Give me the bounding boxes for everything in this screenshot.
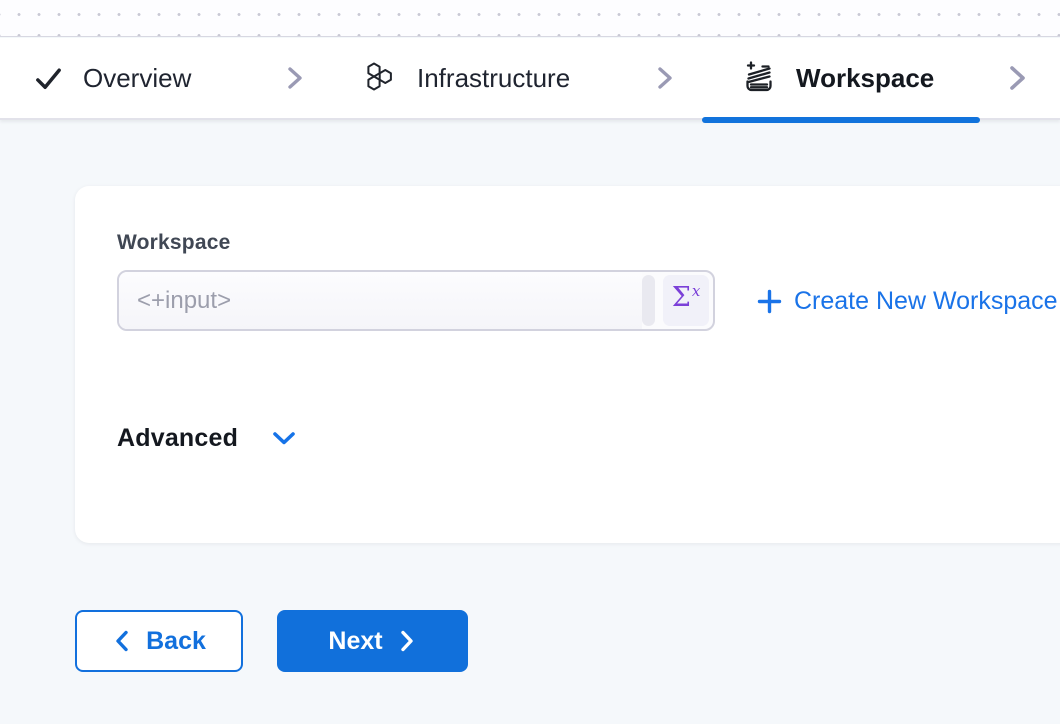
advanced-toggle[interactable]: Advanced — [117, 422, 298, 454]
chevron-right-icon — [283, 38, 307, 118]
workspace-input-group: Σ x — [117, 270, 715, 331]
chevron-right-icon — [653, 38, 677, 118]
workspace-input[interactable] — [119, 272, 642, 329]
advanced-label: Advanced — [117, 424, 238, 453]
dotted-background-strip — [0, 0, 1060, 37]
step-workspace[interactable]: Workspace — [741, 38, 934, 118]
plus-icon — [756, 288, 783, 315]
check-icon — [33, 63, 64, 94]
formula-sigma-button[interactable]: Σ x — [663, 275, 709, 326]
chevron-right-icon — [397, 628, 417, 654]
active-step-underline — [702, 117, 980, 123]
step-label: Infrastructure — [417, 63, 570, 94]
hexagons-icon — [362, 60, 398, 96]
stack-icon — [741, 60, 777, 96]
wizard-stepper-bar: Overview Infrastructure — [0, 38, 1060, 120]
back-button[interactable]: Back — [75, 610, 243, 672]
step-label: Overview — [83, 63, 191, 94]
workspace-form-card: Workspace Σ x Create New Workspace Advan… — [75, 186, 1060, 543]
step-infrastructure[interactable]: Infrastructure — [362, 38, 570, 118]
step-label: Workspace — [796, 63, 934, 94]
chevron-left-icon — [112, 628, 132, 654]
sigma-icon: Σ — [672, 284, 691, 311]
step-overview[interactable]: Overview — [33, 38, 191, 118]
create-new-workspace-link[interactable]: Create New Workspace — [756, 284, 1058, 318]
chevron-down-icon — [270, 426, 298, 450]
next-button-label: Next — [328, 627, 382, 656]
next-button[interactable]: Next — [277, 610, 468, 672]
back-button-label: Back — [146, 627, 206, 656]
workspace-field-label: Workspace — [117, 231, 230, 255]
sigma-superscript: x — [692, 282, 700, 300]
chevron-right-icon — [1004, 38, 1030, 118]
create-link-label: Create New Workspace — [794, 287, 1058, 316]
input-scrollbar-pill[interactable] — [642, 275, 655, 326]
